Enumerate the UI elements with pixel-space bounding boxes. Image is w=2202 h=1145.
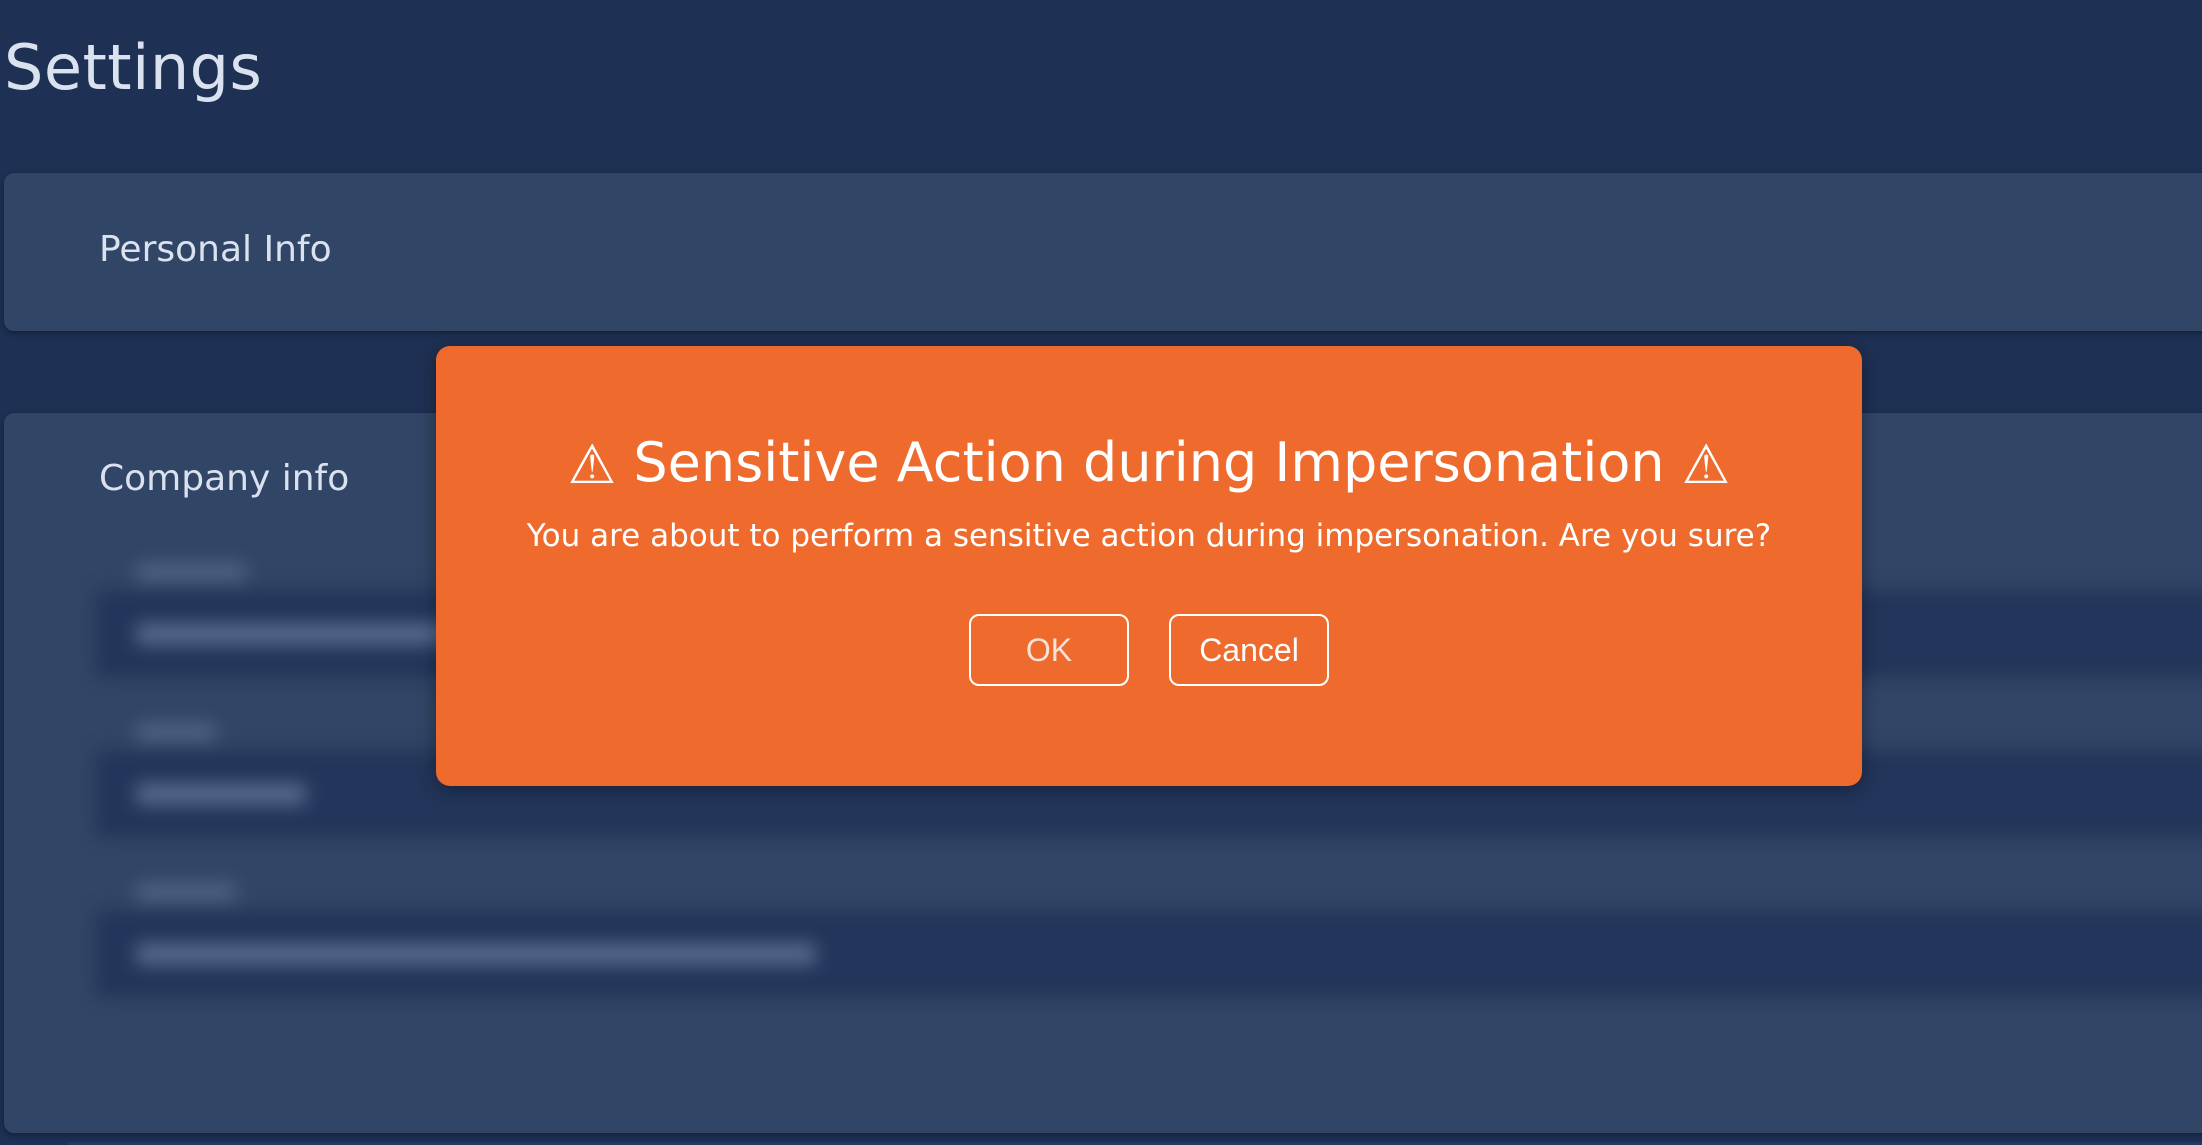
blurred-field-label: [136, 723, 216, 741]
warning-icon: ⚠: [1681, 433, 1731, 496]
personal-info-title: Personal Info: [99, 229, 332, 270]
page-title: Settings: [4, 31, 263, 104]
ok-button[interactable]: OK: [969, 614, 1129, 686]
blurred-field-value: [136, 943, 816, 965]
blurred-field-value: [136, 783, 306, 805]
warning-icon: ⚠: [567, 433, 617, 496]
dialog-actions: OK Cancel: [436, 614, 1862, 686]
blurred-field-box: [96, 911, 2202, 997]
cancel-button[interactable]: Cancel: [1169, 614, 1329, 686]
dialog-title-text: Sensitive Action during Impersonation: [633, 431, 1665, 494]
blurred-field-label: [136, 563, 246, 581]
dialog-message: You are about to perform a sensitive act…: [526, 518, 1772, 554]
company-info-title: Company info: [99, 458, 350, 499]
blurred-field: [96, 883, 2202, 1043]
dialog-title: ⚠ Sensitive Action during Impersonation …: [436, 431, 1862, 497]
blurred-field-label: [136, 883, 236, 901]
personal-info-panel[interactable]: Personal Info: [4, 173, 2202, 331]
sensitive-action-dialog: ⚠ Sensitive Action during Impersonation …: [436, 346, 1862, 786]
